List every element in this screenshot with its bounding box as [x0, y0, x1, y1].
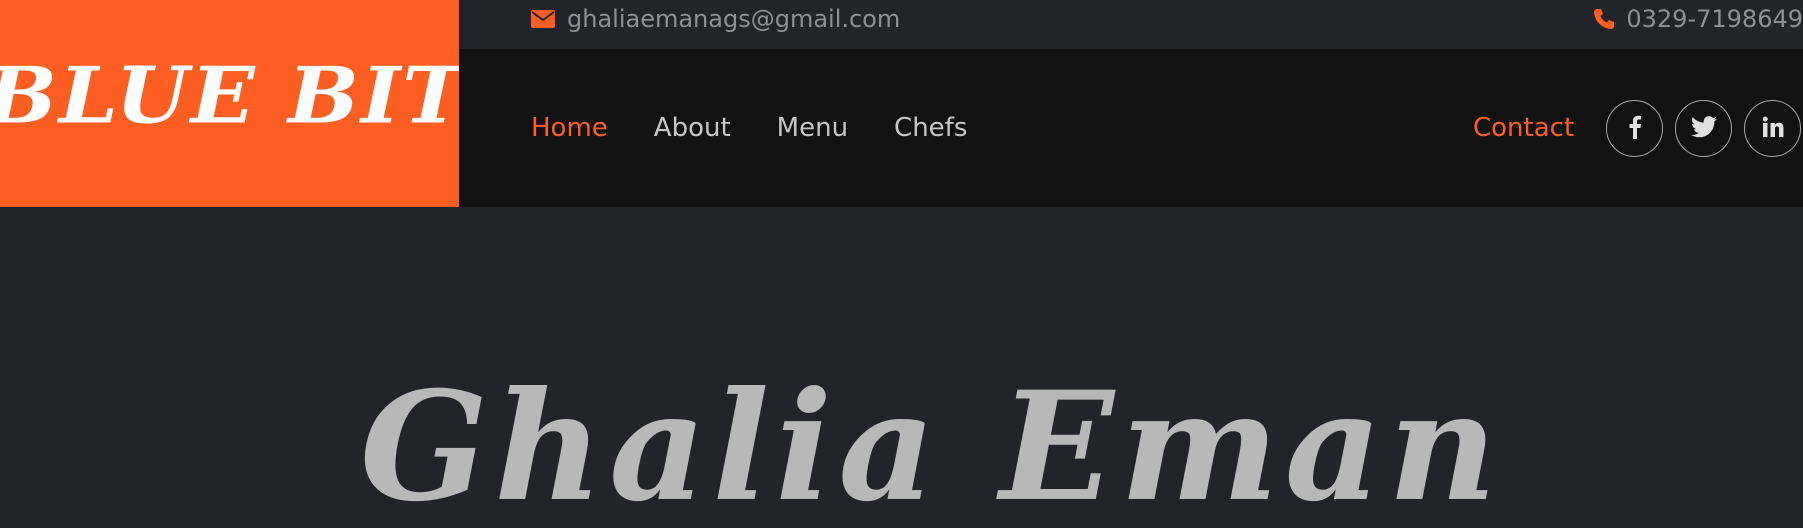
contact-email[interactable]: ghaliaemanags@gmail.com: [531, 0, 900, 38]
facebook-icon: [1628, 115, 1642, 143]
envelope-icon: [531, 10, 555, 28]
brand-logo[interactable]: BLUE BITE: [0, 0, 459, 207]
nav-links: Home About Menu Chefs: [531, 49, 967, 207]
phone-text: 0329-7198649: [1626, 5, 1803, 33]
facebook-button[interactable]: [1606, 100, 1663, 157]
nav-item-home[interactable]: Home: [531, 113, 608, 143]
linkedin-button[interactable]: [1744, 100, 1801, 157]
brand-logo-text: BLUE BITE: [0, 49, 459, 142]
phone-icon: [1592, 7, 1616, 31]
nav-item-contact[interactable]: Contact: [1473, 49, 1574, 207]
twitter-icon: [1690, 115, 1717, 142]
topbar: ghaliaemanags@gmail.com 0329-7198649: [459, 0, 1803, 49]
social-links: [1606, 100, 1801, 157]
hero-title: Ghalia Eman: [359, 359, 1504, 528]
contact-phone[interactable]: 0329-7198649: [1592, 0, 1803, 38]
main-navbar: Home About Menu Chefs Contact: [459, 49, 1803, 207]
nav-item-menu[interactable]: Menu: [777, 113, 848, 143]
email-text: ghaliaemanags@gmail.com: [567, 5, 901, 33]
linkedin-icon: [1762, 116, 1784, 142]
nav-item-about[interactable]: About: [654, 113, 731, 143]
twitter-button[interactable]: [1675, 100, 1732, 157]
nav-item-chefs[interactable]: Chefs: [894, 113, 967, 143]
